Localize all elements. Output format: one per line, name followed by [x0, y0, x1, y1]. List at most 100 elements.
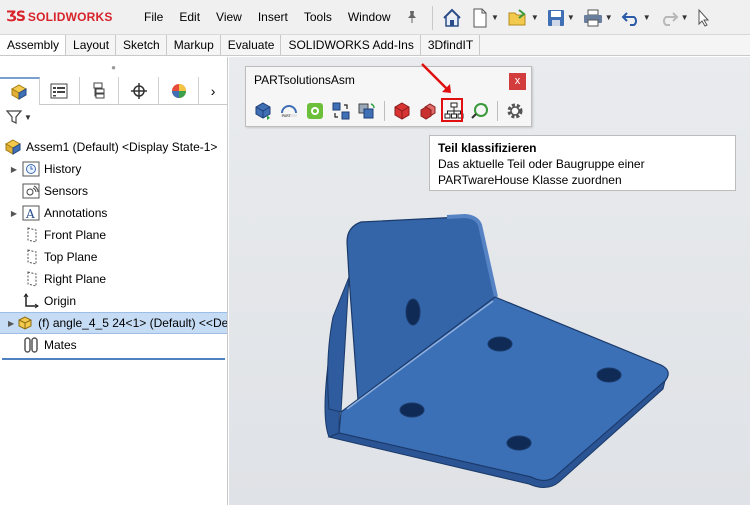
new-document-icon [473, 8, 487, 27]
search-part-icon[interactable] [304, 100, 326, 122]
tree-end-divider [2, 358, 225, 360]
sensor-icon [22, 182, 40, 200]
insert-part-icon[interactable] [252, 100, 274, 122]
chevron-down-icon[interactable]: ▼ [605, 13, 613, 22]
tree-item-front-plane[interactable]: Front Plane [0, 224, 227, 246]
tree-root-assembly[interactable]: Assem1 (Default) <Display State-1> [0, 136, 227, 158]
brand-name: SOLIDWORKS [27, 10, 113, 24]
partsolutions-toolbar: PARTsolutionsAsm x PART [245, 66, 532, 127]
tab-dimxpert[interactable] [119, 77, 160, 105]
menu-tools[interactable]: Tools [296, 0, 340, 35]
menu-edit[interactable]: Edit [171, 0, 208, 35]
new-document-button[interactable]: ▼ [469, 5, 501, 31]
property-list-icon [50, 83, 68, 99]
partsolutions-icons: PART [252, 100, 530, 122]
select-button[interactable] [695, 5, 713, 31]
tree-item-right-plane[interactable]: Right Plane [0, 268, 227, 290]
partsolutions-logo-icon[interactable]: PART [278, 100, 300, 122]
tab-scroll-right-icon[interactable]: › [199, 77, 227, 105]
tab-feature-tree[interactable] [0, 77, 40, 105]
tab-sketch[interactable]: Sketch [116, 35, 167, 55]
tab-configuration-manager[interactable] [80, 77, 120, 105]
tree-item-label: Mates [44, 338, 77, 352]
menu-view[interactable]: View [208, 0, 250, 35]
open-folder-icon [508, 8, 526, 25]
tree-item-part-angle[interactable]: ▶ (f) angle_4_5 24<1> (Default) <<Defaul… [0, 312, 227, 334]
tree-item-top-plane[interactable]: Top Plane [0, 246, 227, 268]
tree-item-label: Origin [44, 294, 77, 308]
chevron-down-icon[interactable]: ▼ [681, 13, 689, 22]
open-button[interactable]: ▼ [505, 5, 541, 31]
tab-layout[interactable]: Layout [66, 35, 117, 55]
tooltip-body: Das aktuelle Teil oder Baugruppe einer P… [438, 157, 645, 187]
panel-grip-icon[interactable]: ● [0, 57, 227, 77]
pin-icon[interactable] [405, 10, 419, 24]
close-button[interactable]: x [509, 73, 526, 90]
expand-arrow-icon[interactable]: ▶ [8, 165, 20, 174]
display-manager-icon [171, 84, 186, 98]
search-refresh-icon[interactable] [469, 100, 491, 122]
save-button[interactable]: ▼ [545, 5, 577, 31]
feature-tree: Assem1 (Default) <Display State-1> ▶ His… [0, 136, 227, 360]
redo-icon [662, 11, 679, 26]
menu-insert[interactable]: Insert [250, 0, 296, 35]
tab-display-manager[interactable] [159, 77, 200, 105]
tooltip-title: Teil klassifizieren [438, 141, 537, 155]
tree-item-label: History [44, 162, 82, 176]
tree-item-sensors[interactable]: Sensors [0, 180, 227, 202]
feature-manager-tabs: › [0, 77, 227, 105]
tab-property-manager[interactable] [40, 77, 80, 105]
print-icon [583, 9, 602, 26]
feature-manager-panel: ● › ▼ Assem1 (Default) <Display State-1>… [0, 57, 228, 505]
menu-bar: ƷS SOLIDWORKS File Edit View Insert Tool… [0, 0, 750, 35]
toolbar-separator [432, 5, 433, 30]
home-button[interactable] [439, 5, 465, 31]
tab-markup[interactable]: Markup [167, 35, 221, 55]
annotation-icon: A [22, 204, 40, 222]
tree-item-history[interactable]: ▶ History [0, 158, 227, 180]
plane-icon [22, 270, 40, 288]
filter-button[interactable]: ▼ [6, 109, 32, 125]
red-cube-icon[interactable] [391, 100, 413, 122]
expand-arrow-icon[interactable]: ▶ [8, 209, 20, 218]
tab-solidworks-add-ins[interactable]: SOLIDWORKS Add-Ins [281, 35, 421, 55]
red-parts-icon[interactable] [417, 100, 439, 122]
tree-item-mates[interactable]: Mates [0, 334, 227, 356]
chevron-down-icon[interactable]: ▼ [491, 13, 499, 22]
tree-item-label: Front Plane [44, 228, 107, 242]
ds-logo-icon: ƷS [6, 9, 26, 25]
highlight-box [441, 98, 463, 122]
tree-item-origin[interactable]: Origin [0, 290, 227, 312]
tree-item-label: Right Plane [44, 272, 107, 286]
tab-3dfindit[interactable]: 3DfindIT [421, 35, 481, 55]
tree-item-label: Sensors [44, 184, 89, 198]
origin-icon [22, 292, 40, 310]
svg-text:PART: PART [282, 114, 291, 118]
tree-item-annotations[interactable]: ▶ A Annotations [0, 202, 227, 224]
chevron-down-icon: ▼ [24, 112, 32, 122]
toolbar-separator [497, 101, 498, 121]
filter-row: ▼ [0, 105, 227, 129]
undo-icon [621, 11, 637, 26]
save-icon [547, 9, 564, 26]
chevron-down-icon[interactable]: ▼ [643, 13, 651, 22]
gear-icon[interactable] [504, 100, 526, 122]
tab-assembly[interactable]: Assembly [0, 35, 67, 55]
menu-window[interactable]: Window [340, 0, 399, 35]
chevron-down-icon[interactable]: ▼ [567, 13, 575, 22]
tab-evaluate[interactable]: Evaluate [221, 35, 282, 55]
menu-file[interactable]: File [136, 0, 171, 35]
solidworks-logo[interactable]: ƷS SOLIDWORKS [6, 9, 136, 25]
chevron-down-icon[interactable]: ▼ [531, 13, 539, 22]
history-icon [22, 160, 40, 178]
redo-button[interactable]: ▼ [657, 5, 691, 31]
toolbar-separator [384, 101, 385, 121]
configuration-icon [93, 82, 105, 99]
expand-arrow-icon[interactable]: ▶ [8, 319, 14, 328]
home-icon [443, 8, 461, 27]
update-part-icon[interactable] [356, 100, 378, 122]
crosshair-icon [130, 83, 147, 99]
exchange-part-icon[interactable] [330, 100, 352, 122]
print-button[interactable]: ▼ [581, 5, 615, 31]
undo-button[interactable]: ▼ [619, 5, 653, 31]
